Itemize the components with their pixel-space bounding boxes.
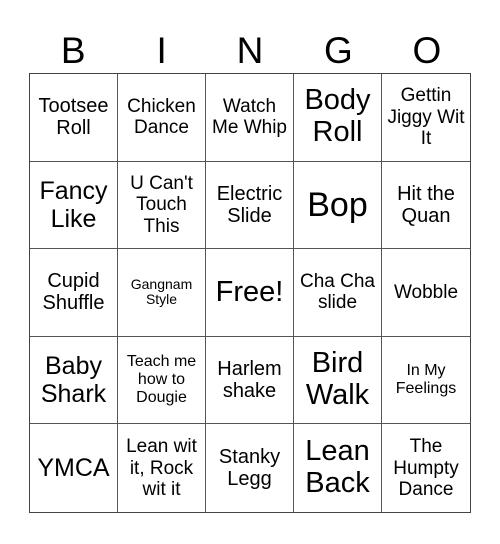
- bingo-cell[interactable]: Lean wit it, Rock wit it: [118, 424, 206, 512]
- bingo-cell[interactable]: Harlem shake: [206, 336, 294, 425]
- header-letter-o: O: [412, 30, 442, 71]
- bingo-cell[interactable]: Electric Slide: [206, 161, 294, 250]
- bingo-cell[interactable]: Wobble: [382, 249, 470, 337]
- bingo-header: B I N G O: [29, 28, 471, 73]
- bingo-grid: Tootsee Roll Chicken Dance Watch Me Whip…: [29, 73, 471, 513]
- bingo-cell[interactable]: Cha Cha slide: [294, 249, 382, 337]
- bingo-cell[interactable]: Hit the Quan: [382, 162, 470, 250]
- bingo-cell[interactable]: The Humpty Dance: [382, 424, 470, 512]
- bingo-cell[interactable]: Teach me how to Dougie: [118, 336, 206, 425]
- bingo-cell[interactable]: YMCA: [30, 424, 118, 512]
- header-letter-b: B: [60, 30, 86, 71]
- bingo-cell[interactable]: Bop: [294, 161, 382, 250]
- bingo-cell[interactable]: Fancy Like: [30, 161, 118, 250]
- bingo-cell[interactable]: Body Roll: [294, 74, 382, 162]
- bingo-cell[interactable]: Chicken Dance: [118, 74, 206, 162]
- bingo-cell[interactable]: Lean Back: [294, 424, 382, 512]
- header-letter-g: G: [324, 30, 353, 71]
- bingo-cell[interactable]: Tootsee Roll: [30, 74, 118, 162]
- bingo-cell[interactable]: Bird Walk: [294, 336, 382, 425]
- bingo-cell[interactable]: U Can't Touch This: [118, 161, 206, 250]
- bingo-cell[interactable]: Stanky Legg: [206, 424, 294, 512]
- bingo-cell[interactable]: Gangnam Style: [118, 249, 206, 337]
- bingo-cell[interactable]: Cupid Shuffle: [30, 249, 118, 337]
- header-letter-n: N: [236, 30, 264, 71]
- bingo-cell[interactable]: Baby Shark: [30, 336, 118, 425]
- bingo-cell[interactable]: Watch Me Whip: [206, 74, 294, 162]
- header-letter-i: I: [156, 30, 167, 71]
- bingo-cell[interactable]: In My Feelings: [382, 337, 470, 425]
- free-space-cell[interactable]: Free!: [206, 249, 294, 337]
- bingo-cell[interactable]: Gettin Jiggy Wit It: [382, 74, 470, 162]
